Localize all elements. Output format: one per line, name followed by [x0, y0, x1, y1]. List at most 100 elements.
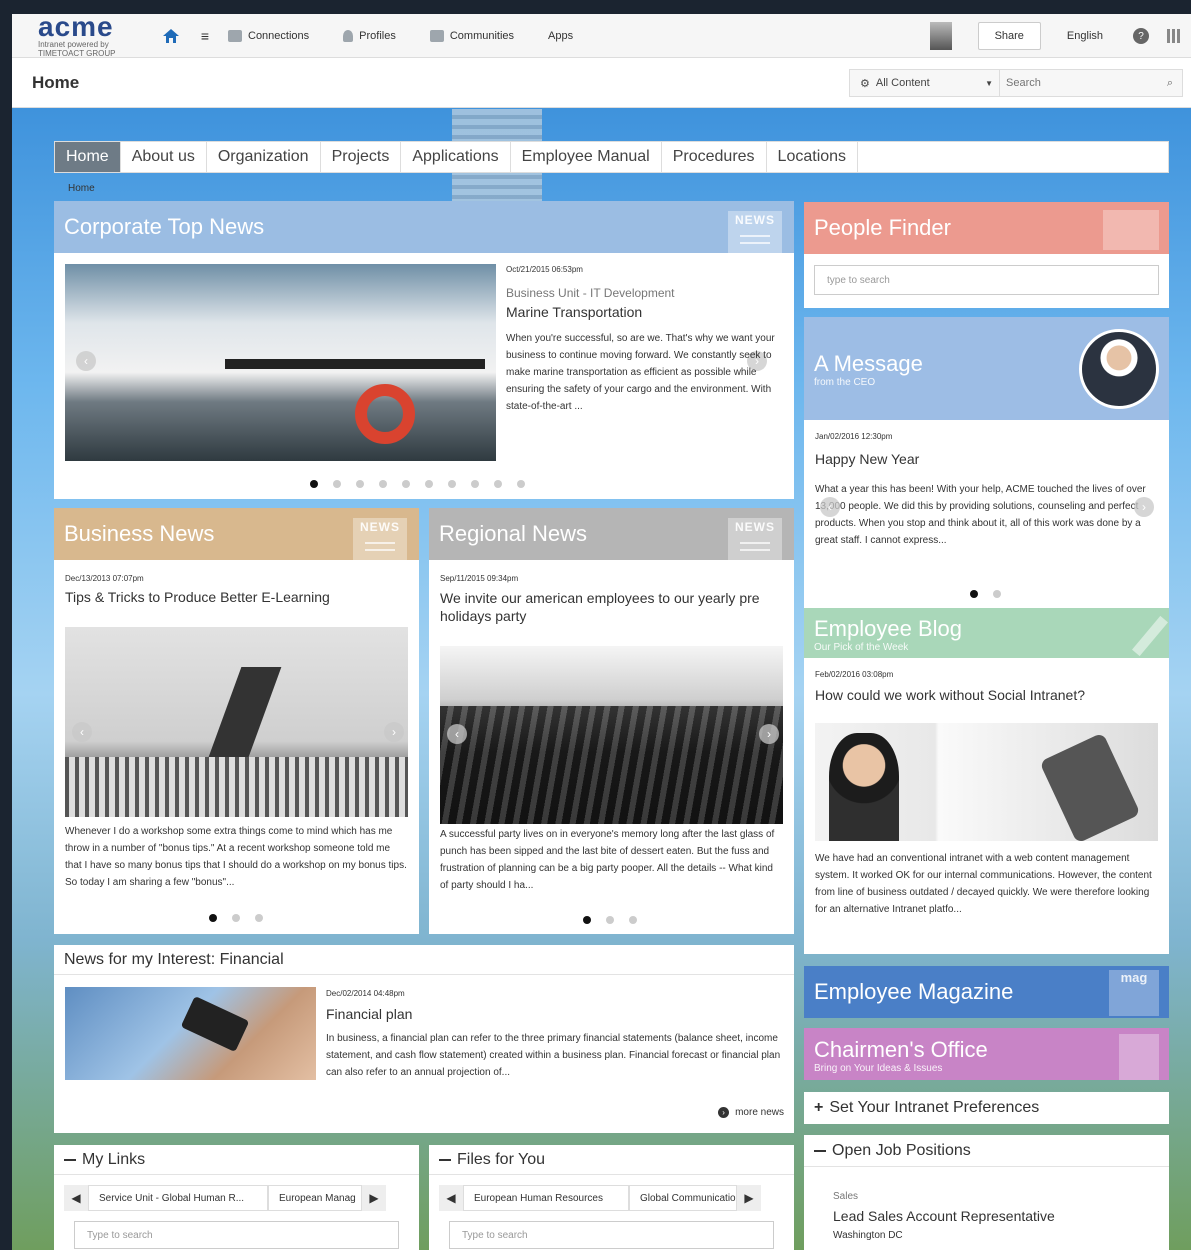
tabs-next-icon[interactable]: ▶	[737, 1185, 761, 1211]
ceo-avatar	[1079, 329, 1159, 409]
chairmen-office-panel[interactable]: Chairmen's Office Bring on Your Ideas & …	[804, 1028, 1169, 1080]
share-button[interactable]: Share	[977, 22, 1041, 50]
preferences-panel[interactable]: + Set Your Intranet Preferences	[804, 1092, 1169, 1124]
article-headline[interactable]: Tips & Tricks to Produce Better E-Learni…	[65, 589, 410, 605]
people-finder-header: People Finder	[804, 202, 1169, 254]
article-headline[interactable]: We invite our american employees to our …	[440, 589, 785, 625]
carousel-dot[interactable]	[379, 480, 387, 488]
next-arrow-icon[interactable]: ›	[1134, 497, 1154, 517]
carousel-dot[interactable]	[970, 590, 978, 598]
article-excerpt: What a year this has been! With your hel…	[815, 484, 1146, 546]
corporate-news-panel: Corporate Top News NEWS ‹ › Oct/21/2015 …	[54, 201, 794, 499]
tabs-prev-icon[interactable]: ◀	[64, 1185, 88, 1211]
regional-news-header: Regional News NEWS	[429, 508, 794, 560]
tabs-prev-icon[interactable]: ◀	[439, 1185, 463, 1211]
nav-communities[interactable]: Communities	[429, 29, 514, 42]
carousel-dot[interactable]	[448, 480, 456, 488]
scope-icon: ⚙	[860, 77, 870, 90]
article-headline[interactable]: Financial plan	[326, 1006, 786, 1022]
files-tab[interactable]: Global Communicatio	[629, 1185, 737, 1211]
menu-icon[interactable]: ≡	[194, 25, 216, 47]
files-panel: Files for You ◀ European Human Resources…	[429, 1145, 794, 1250]
news-icon: NEWS	[728, 518, 782, 560]
job-title[interactable]: Lead Sales Account Representative	[833, 1208, 1055, 1224]
carousel-dot[interactable]	[606, 916, 614, 924]
acme-logo[interactable]: acme Intranet powered by TIMETOACT GROUP	[12, 14, 142, 58]
main-navigation: Home About us Organization Projects Appl…	[54, 141, 1169, 173]
next-arrow-icon[interactable]: ›	[384, 722, 404, 742]
connections-icon	[228, 29, 242, 42]
carousel-dot[interactable]	[494, 480, 502, 488]
global-search: ⚙ All Content ▼ ⌕	[849, 69, 1183, 97]
job-positions-panel: Open Job Positions Sales Lead Sales Acco…	[804, 1135, 1169, 1250]
carousel-dot[interactable]	[629, 916, 637, 924]
carousel-dot[interactable]	[471, 480, 479, 488]
carousel-dot[interactable]	[255, 914, 263, 922]
home-icon[interactable]	[160, 25, 182, 47]
article-headline[interactable]: Marine Transportation	[506, 304, 781, 320]
prev-arrow-icon[interactable]: ‹	[447, 724, 467, 744]
tabs-next-icon[interactable]: ▶	[362, 1185, 386, 1211]
carousel-dot[interactable]	[232, 914, 240, 922]
carousel-dot[interactable]	[583, 916, 591, 924]
employee-magazine-panel[interactable]: Employee Magazine mag	[804, 966, 1169, 1018]
user-avatar[interactable]	[929, 22, 952, 50]
prev-arrow-icon[interactable]: ‹	[76, 351, 96, 371]
apps-grid-icon[interactable]	[1167, 29, 1181, 43]
tab-employee-manual[interactable]: Employee Manual	[511, 142, 662, 172]
prev-arrow-icon[interactable]: ‹	[820, 497, 840, 517]
carousel-dot[interactable]	[425, 480, 433, 488]
files-tabs: ◀ European Human Resources Global Commun…	[439, 1185, 784, 1211]
my-links-header[interactable]: My Links	[54, 1145, 419, 1175]
nav-connections[interactable]: Connections	[228, 29, 309, 42]
page-header: Home ⚙ All Content ▼ ⌕	[12, 58, 1191, 108]
my-links-search-input[interactable]: Type to search	[74, 1221, 399, 1249]
blog-image[interactable]	[815, 723, 1158, 841]
collapse-icon	[439, 1158, 451, 1161]
search-icon[interactable]: ⌕	[1158, 77, 1182, 90]
prev-arrow-icon[interactable]: ‹	[72, 722, 92, 742]
carousel-dot[interactable]	[356, 480, 364, 488]
files-header[interactable]: Files for You	[429, 1145, 794, 1175]
carousel-dot[interactable]	[517, 480, 525, 488]
tab-about-us[interactable]: About us	[121, 142, 207, 172]
id-card-icon	[1103, 210, 1159, 250]
search-scope-dropdown[interactable]: ⚙ All Content ▼	[850, 70, 1000, 96]
breadcrumb[interactable]: Home	[68, 183, 95, 194]
article-headline[interactable]: How could we work without Social Intrane…	[815, 687, 1160, 703]
article-headline[interactable]: Happy New Year	[815, 451, 1160, 467]
people-search-input[interactable]: type to search	[814, 265, 1159, 295]
next-arrow-icon[interactable]: ›	[759, 724, 779, 744]
party-image[interactable]	[440, 646, 783, 824]
elearning-image[interactable]	[65, 627, 408, 817]
magazine-icon: mag	[1109, 970, 1159, 1016]
my-links-tab[interactable]: European Manag	[268, 1185, 362, 1211]
nav-apps[interactable]: Apps	[548, 30, 573, 42]
carousel-dot[interactable]	[310, 480, 318, 488]
files-search-input[interactable]: Type to search	[449, 1221, 774, 1249]
carousel-dot[interactable]	[333, 480, 341, 488]
help-icon[interactable]: ?	[1133, 28, 1149, 44]
search-input[interactable]	[1000, 77, 1158, 89]
carousel-dot[interactable]	[993, 590, 1001, 598]
tab-locations[interactable]: Locations	[767, 142, 859, 172]
collapse-icon	[64, 1158, 76, 1161]
financial-image[interactable]	[65, 987, 316, 1080]
tab-organization[interactable]: Organization	[207, 142, 321, 172]
carousel-dot[interactable]	[209, 914, 217, 922]
language-selector[interactable]: English	[1067, 30, 1103, 42]
more-news-link[interactable]: › more news	[718, 1107, 784, 1118]
employee-blog-panel: Employee Blog Our Pick of the Week Feb/0…	[804, 608, 1169, 954]
tab-procedures[interactable]: Procedures	[662, 142, 767, 172]
files-tab[interactable]: European Human Resources	[463, 1185, 629, 1211]
ship-image[interactable]	[65, 264, 496, 461]
carousel-dots	[310, 480, 525, 488]
job-positions-header[interactable]: Open Job Positions	[804, 1135, 1169, 1167]
tab-applications[interactable]: Applications	[401, 142, 511, 172]
nav-profiles[interactable]: Profiles	[343, 29, 396, 42]
my-links-tab[interactable]: Service Unit - Global Human R...	[88, 1185, 268, 1211]
tab-home[interactable]: Home	[55, 142, 121, 172]
news-icon: NEWS	[728, 211, 782, 253]
carousel-dot[interactable]	[402, 480, 410, 488]
tab-projects[interactable]: Projects	[321, 142, 402, 172]
